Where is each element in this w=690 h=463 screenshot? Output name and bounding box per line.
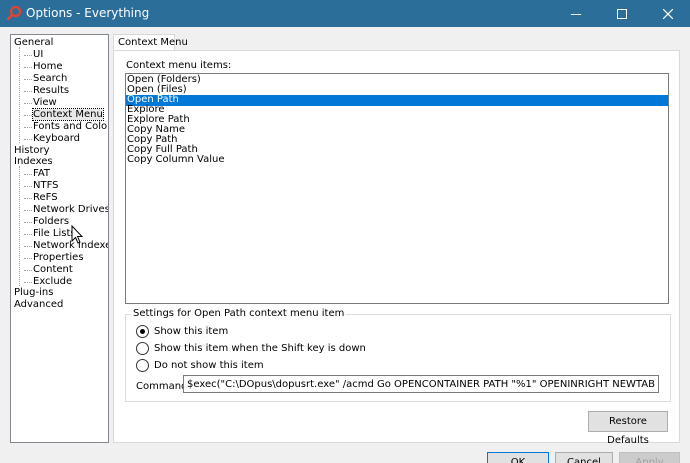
tree-item-indexes[interactable]: Indexes	[14, 156, 53, 168]
tree-item-view[interactable]: View	[24, 97, 57, 109]
command-input[interactable]	[183, 375, 659, 393]
tree-item-refs[interactable]: ReFS	[24, 192, 58, 204]
context-menu-items-label: Context menu items:	[126, 60, 232, 71]
tree-item-fonts-and-colors[interactable]: Fonts and Colors	[24, 121, 108, 133]
tree-item-plug-ins[interactable]: Plug-ins	[14, 287, 53, 299]
tree-item-advanced[interactable]: Advanced	[14, 299, 63, 311]
ok-button[interactable]: OK	[487, 452, 549, 463]
title-bar: Options - Everything	[0, 0, 690, 27]
maximize-icon	[617, 9, 627, 19]
radio-show-item[interactable]	[136, 325, 149, 338]
tree-item-home[interactable]: Home	[24, 61, 63, 73]
tree-item-folders[interactable]: Folders	[24, 216, 69, 228]
tree-item-content[interactable]: Content	[24, 264, 73, 276]
tree-item-context-menu[interactable]: Context Menu	[24, 108, 104, 121]
minimize-button[interactable]	[553, 0, 599, 27]
minimize-icon	[571, 14, 581, 15]
tree-connector	[19, 47, 20, 143]
tree-item-properties[interactable]: Properties	[24, 252, 84, 264]
tree-item-keyboard[interactable]: Keyboard	[24, 133, 80, 145]
tree-item-file-lists[interactable]: File Lists	[24, 228, 76, 240]
window-title: Options - Everything	[26, 6, 150, 20]
tree-item-search[interactable]: Search	[24, 73, 67, 85]
apply-button[interactable]: Apply	[619, 452, 680, 463]
maximize-button[interactable]	[599, 0, 645, 27]
context-menu-panel: Context menu items: Open (Folders) Open …	[113, 50, 680, 446]
radio-show-item-label[interactable]: Show this item	[154, 326, 228, 338]
tree-item-results[interactable]: Results	[24, 85, 69, 97]
tree-item-network-indexes[interactable]: Network Indexes	[24, 240, 108, 252]
tree-item-network-drives[interactable]: Network Drives	[24, 204, 108, 216]
radio-do-not-show[interactable]	[136, 359, 149, 372]
item-settings-title: Settings for Open Path context menu item	[131, 308, 347, 319]
radio-do-not-show-label[interactable]: Do not show this item	[154, 360, 264, 372]
context-menu-items-list[interactable]: Open (Folders) Open (Files) Open Path Ex…	[125, 73, 669, 304]
tree-item-ntfs[interactable]: NTFS	[24, 180, 59, 192]
list-item[interactable]: Copy Column Value	[126, 155, 668, 166]
tab-context-menu[interactable]: Context Menu	[113, 34, 188, 51]
close-button[interactable]	[645, 0, 690, 27]
options-tree[interactable]: General UI Home Search Results View Cont…	[10, 34, 109, 443]
tree-item-fat[interactable]: FAT	[24, 168, 50, 180]
radio-show-item-shift-label[interactable]: Show this item when the Shift key is dow…	[154, 343, 366, 355]
app-magnifier-icon	[6, 5, 22, 21]
close-icon	[663, 9, 673, 19]
radio-show-item-shift[interactable]	[136, 342, 149, 355]
mouse-cursor-icon	[71, 225, 84, 244]
restore-defaults-button[interactable]: Restore Defaults	[588, 411, 668, 446]
cancel-button[interactable]: Cancel	[555, 452, 613, 463]
tree-item-ui[interactable]: UI	[24, 49, 43, 61]
item-settings-group: Settings for Open Path context menu item…	[125, 308, 671, 402]
tree-item-general[interactable]: General	[14, 37, 53, 49]
tree-connector	[19, 166, 20, 286]
